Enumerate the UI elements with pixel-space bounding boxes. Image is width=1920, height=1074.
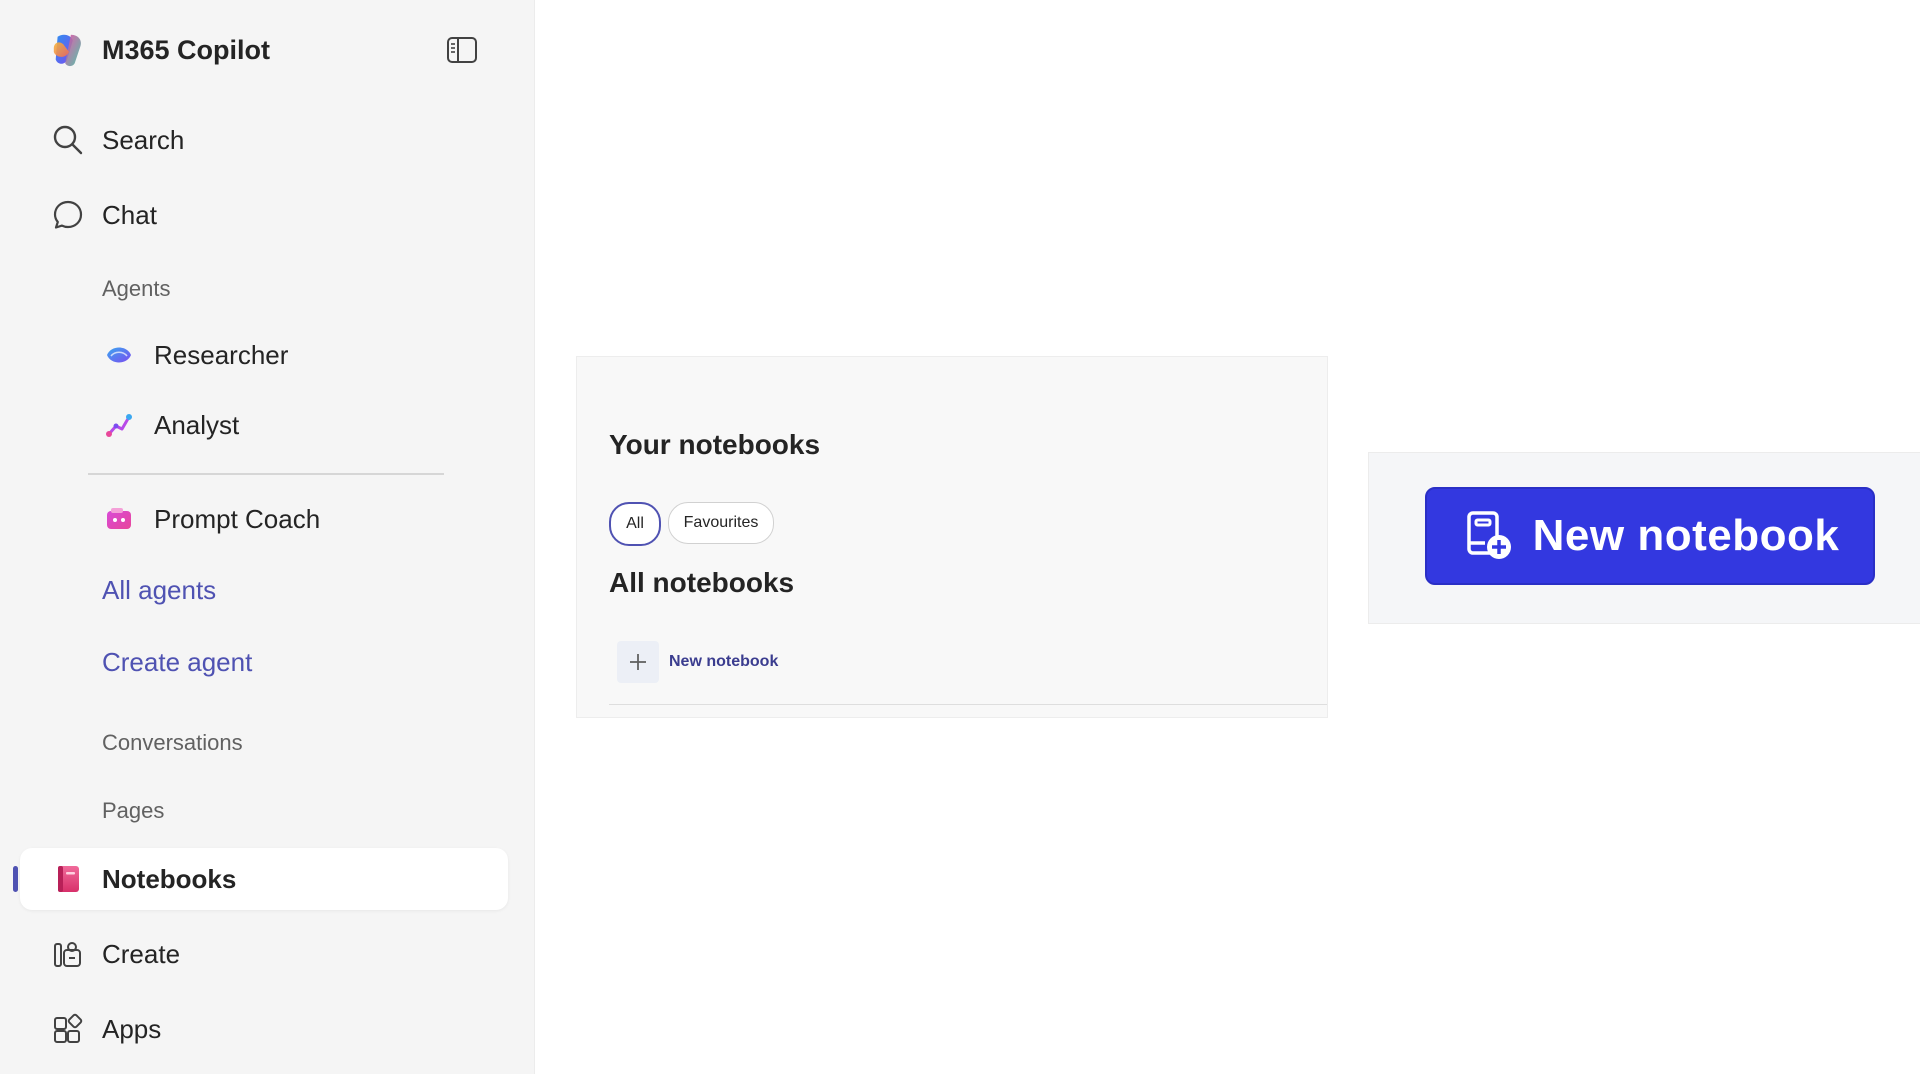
researcher-icon xyxy=(102,338,136,372)
new-notebook-callout: New notebook xyxy=(1368,452,1920,624)
nav-apps-label: Apps xyxy=(102,1013,162,1044)
analyst-icon xyxy=(102,408,136,442)
all-agents-link[interactable]: All agents xyxy=(102,575,216,606)
prompt-coach-icon xyxy=(102,502,136,536)
notebook-icon xyxy=(50,861,86,897)
nav-chat[interactable]: Chat xyxy=(50,190,157,240)
nav-chat-label: Chat xyxy=(102,199,157,230)
create-icon xyxy=(50,936,86,972)
pages-section-label[interactable]: Pages xyxy=(102,798,164,824)
nav-create-label: Create xyxy=(102,938,181,969)
conversations-section-label[interactable]: Conversations xyxy=(102,730,243,756)
agent-analyst-label: Analyst xyxy=(154,409,240,440)
new-notebook-icon xyxy=(1466,511,1511,559)
search-icon xyxy=(50,122,86,158)
copilot-logo-icon xyxy=(53,34,81,67)
all-notebooks-heading: All notebooks xyxy=(609,567,795,598)
collapse-sidebar-button[interactable] xyxy=(444,32,480,68)
agent-analyst[interactable]: Analyst xyxy=(102,400,239,450)
new-notebook-row-button[interactable]: New notebook xyxy=(617,641,778,683)
notebooks-panel: Your notebooks All Favourites All notebo… xyxy=(576,356,1328,718)
app-title: M365 Copilot xyxy=(102,34,271,65)
nav-notebooks[interactable]: Notebooks xyxy=(50,854,236,904)
agents-section-label: Agents xyxy=(102,276,171,301)
your-notebooks-title: Your notebooks xyxy=(609,429,821,460)
plus-icon xyxy=(617,641,659,683)
create-agent-link[interactable]: Create agent xyxy=(102,647,252,678)
app-brand: M365 Copilot xyxy=(50,30,270,70)
nav-search[interactable]: Search xyxy=(50,115,184,165)
filter-all-pill[interactable]: All xyxy=(609,502,661,546)
new-notebook-primary-button[interactable]: New notebook xyxy=(1425,487,1875,585)
nav-notebooks-label: Notebooks xyxy=(102,863,237,894)
selected-indicator xyxy=(13,866,18,892)
nav-apps[interactable]: Apps xyxy=(50,1004,161,1054)
new-notebook-row-label: New notebook xyxy=(669,653,779,670)
nav-search-label: Search xyxy=(102,124,185,155)
agent-researcher[interactable]: Researcher xyxy=(102,330,288,380)
list-divider xyxy=(609,704,1327,705)
new-notebook-primary-label: New notebook xyxy=(1532,511,1840,560)
nav-create[interactable]: Create xyxy=(50,929,180,979)
chat-icon xyxy=(50,197,86,233)
sidebar-toggle-icon xyxy=(447,37,477,63)
sidebar-divider xyxy=(88,473,444,475)
sidebar: M365 Copilot Search Chat Agents Research… xyxy=(0,0,535,1074)
apps-icon xyxy=(50,1011,86,1047)
filter-favourites-pill[interactable]: Favourites xyxy=(668,502,774,544)
agent-prompt-coach-label: Prompt Coach xyxy=(154,503,321,534)
agent-prompt-coach[interactable]: Prompt Coach xyxy=(102,494,320,544)
agent-researcher-label: Researcher xyxy=(154,339,289,370)
